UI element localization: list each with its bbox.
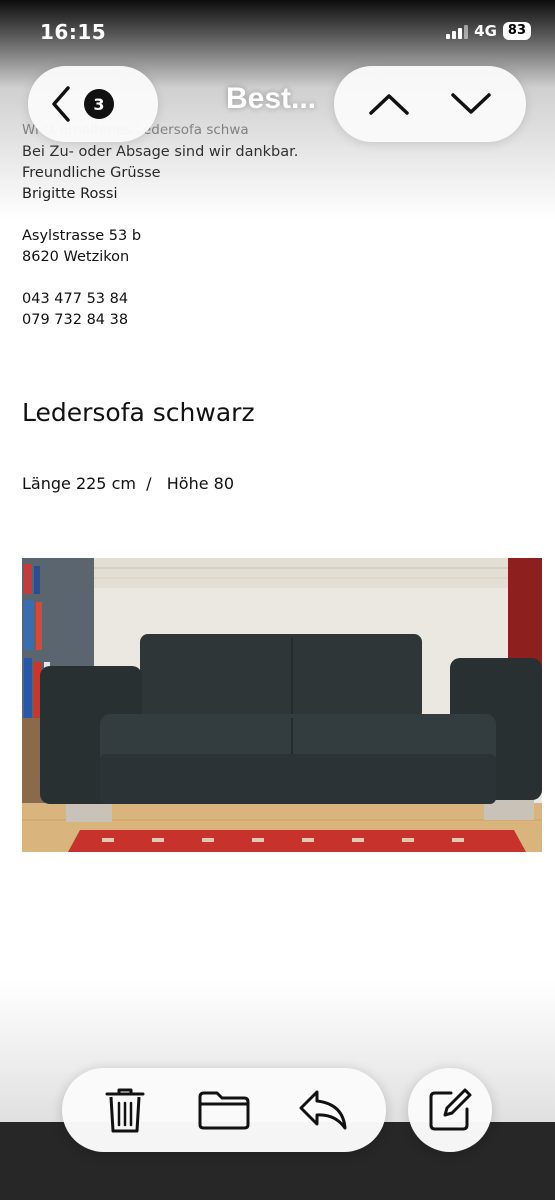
status-indicators: 4G 83 bbox=[446, 22, 531, 40]
trash-icon bbox=[105, 1088, 145, 1133]
reply-icon bbox=[299, 1090, 347, 1130]
signal-icon bbox=[446, 23, 469, 39]
sofa-image bbox=[22, 558, 542, 852]
phone-number[interactable]: 079 732 84 38 bbox=[22, 312, 128, 328]
reply-button[interactable] bbox=[293, 1080, 353, 1140]
message-toolbar bbox=[62, 1068, 386, 1152]
address-city: 8620 Wetzikon bbox=[22, 249, 130, 265]
back-button[interactable]: 3 bbox=[28, 66, 158, 142]
email-line: Bei Zu- oder Absage sind wir dankbar. bbox=[22, 144, 299, 160]
email-signature-name: Brigitte Rossi bbox=[22, 186, 118, 202]
email-line: Freundliche Grüsse bbox=[22, 165, 161, 181]
previous-message-button[interactable] bbox=[359, 74, 419, 134]
next-message-button[interactable] bbox=[441, 74, 501, 134]
unread-count-badge: 3 bbox=[84, 89, 114, 119]
compose-icon bbox=[429, 1088, 472, 1131]
folder-icon bbox=[198, 1091, 250, 1130]
nav-title: Best... bbox=[226, 82, 317, 115]
sofa-photo[interactable] bbox=[22, 558, 542, 852]
network-type: 4G bbox=[474, 22, 497, 40]
status-time: 16:15 bbox=[40, 20, 107, 44]
phone-number[interactable]: 043 477 53 84 bbox=[22, 291, 128, 307]
status-bar: 16:15 4G 83 bbox=[0, 0, 555, 62]
move-to-folder-button[interactable] bbox=[194, 1080, 254, 1140]
compose-button[interactable] bbox=[408, 1068, 492, 1152]
message-navigation bbox=[334, 66, 526, 142]
chevron-left-icon bbox=[52, 86, 70, 122]
chevron-up-icon bbox=[369, 94, 409, 115]
address-street: Asylstrasse 53 b bbox=[22, 228, 142, 244]
item-dimensions: Länge 225 cm / Höhe 80 bbox=[22, 474, 235, 493]
delete-button[interactable] bbox=[95, 1080, 155, 1140]
chevron-down-icon bbox=[451, 93, 491, 114]
item-heading: Ledersofa schwarz bbox=[22, 398, 255, 427]
battery-icon: 83 bbox=[502, 22, 531, 40]
